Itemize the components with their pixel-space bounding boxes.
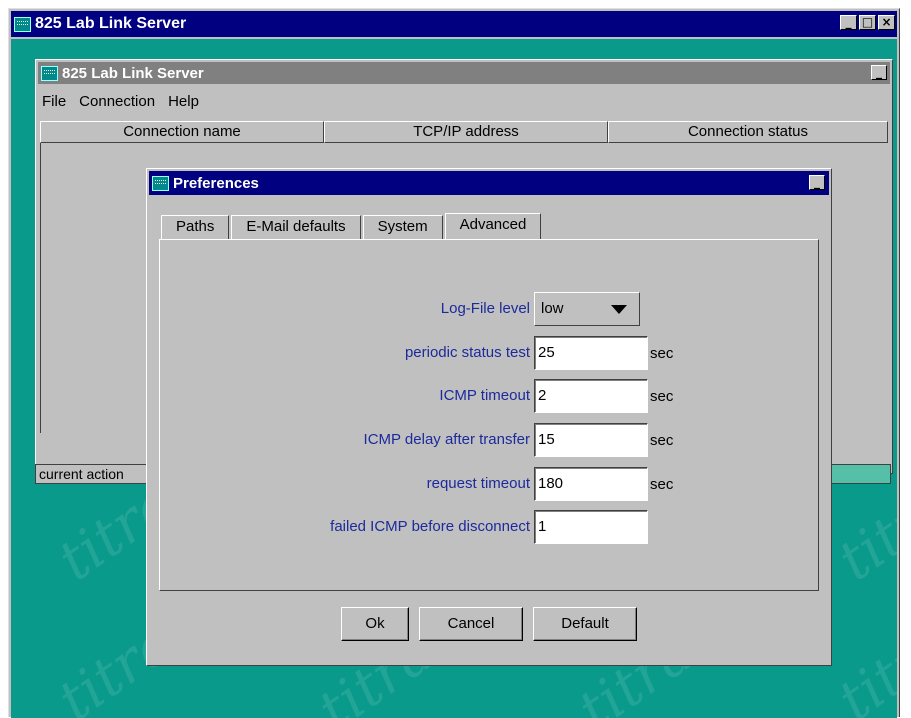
field-label: ICMP timeout (439, 387, 530, 404)
dropdown-arrow-icon (611, 305, 627, 314)
table-header: Connection name TCP/IP address Connectio… (40, 121, 888, 143)
dialog-buttons: Ok Cancel Default (147, 607, 831, 641)
form-row: request timeout 180 sec (160, 467, 818, 501)
log-file-level-select[interactable]: low (534, 292, 640, 326)
app-icon (152, 175, 169, 191)
status-indicator (829, 464, 891, 484)
close-icon[interactable]: × (878, 15, 895, 30)
minimize-icon[interactable]: _ (840, 15, 857, 30)
inner-title-bar[interactable]: 825 Lab Link Server _ (38, 62, 890, 84)
menu-help[interactable]: Help (168, 93, 199, 110)
main-window-title: 825 Lab Link Server (35, 15, 187, 32)
tab-bar: Paths E-Mail defaults System Advanced (161, 213, 543, 239)
field-label: Log-File level (440, 300, 530, 317)
preferences-dialog: Preferences _ Paths E-Mail defaults Syst… (146, 168, 832, 666)
default-button[interactable]: Default (533, 607, 637, 641)
failed-icmp-input[interactable]: 1 (534, 510, 648, 544)
select-value: low (541, 300, 564, 317)
column-header-tcpip-address[interactable]: TCP/IP address (324, 121, 608, 143)
menu-bar: File Connection Help (42, 93, 199, 110)
form-row: ICMP delay after transfer 15 sec (160, 423, 818, 457)
tab-email-defaults[interactable]: E-Mail defaults (231, 215, 361, 239)
unit-label: sec (650, 432, 674, 449)
form-row: Log-File level low (160, 292, 818, 326)
menu-file[interactable]: File (42, 93, 66, 110)
dialog-title: Preferences (173, 174, 259, 192)
column-header-connection-name[interactable]: Connection name (40, 121, 324, 143)
menu-connection[interactable]: Connection (79, 93, 155, 110)
watermark: titran (826, 589, 897, 718)
app-icon (41, 65, 58, 81)
unit-label: sec (650, 476, 674, 493)
icmp-delay-input[interactable]: 15 (534, 423, 648, 457)
form-row: periodic status test 25 sec (160, 336, 818, 370)
app-icon (14, 16, 31, 32)
field-label: ICMP delay after transfer (363, 431, 530, 448)
minimize-icon[interactable]: _ (809, 175, 825, 190)
field-label: request timeout (426, 475, 530, 492)
unit-label: sec (650, 345, 674, 362)
tab-paths[interactable]: Paths (161, 215, 230, 239)
advanced-panel: Log-File level low periodic status test … (159, 239, 819, 591)
main-title-bar[interactable]: 825 Lab Link Server _ □ × (11, 11, 897, 37)
unit-label: sec (650, 388, 674, 405)
tab-advanced[interactable]: Advanced (444, 213, 542, 239)
inner-window-title: 825 Lab Link Server (62, 64, 204, 82)
field-label: periodic status test (404, 344, 530, 361)
tab-system[interactable]: System (362, 215, 443, 239)
dialog-title-bar[interactable]: Preferences _ (149, 171, 829, 195)
form-row: ICMP timeout 2 sec (160, 379, 818, 413)
ok-button[interactable]: Ok (341, 607, 409, 641)
minimize-icon[interactable]: _ (871, 65, 887, 80)
column-header-connection-status[interactable]: Connection status (608, 121, 888, 143)
field-label: failed ICMP before disconnect (330, 518, 530, 535)
request-timeout-input[interactable]: 180 (534, 467, 648, 501)
form-row: failed ICMP before disconnect 1 (160, 510, 818, 544)
periodic-status-test-input[interactable]: 25 (534, 336, 648, 370)
icmp-timeout-input[interactable]: 2 (534, 379, 648, 413)
maximize-icon[interactable]: □ (859, 15, 876, 30)
cancel-button[interactable]: Cancel (419, 607, 523, 641)
